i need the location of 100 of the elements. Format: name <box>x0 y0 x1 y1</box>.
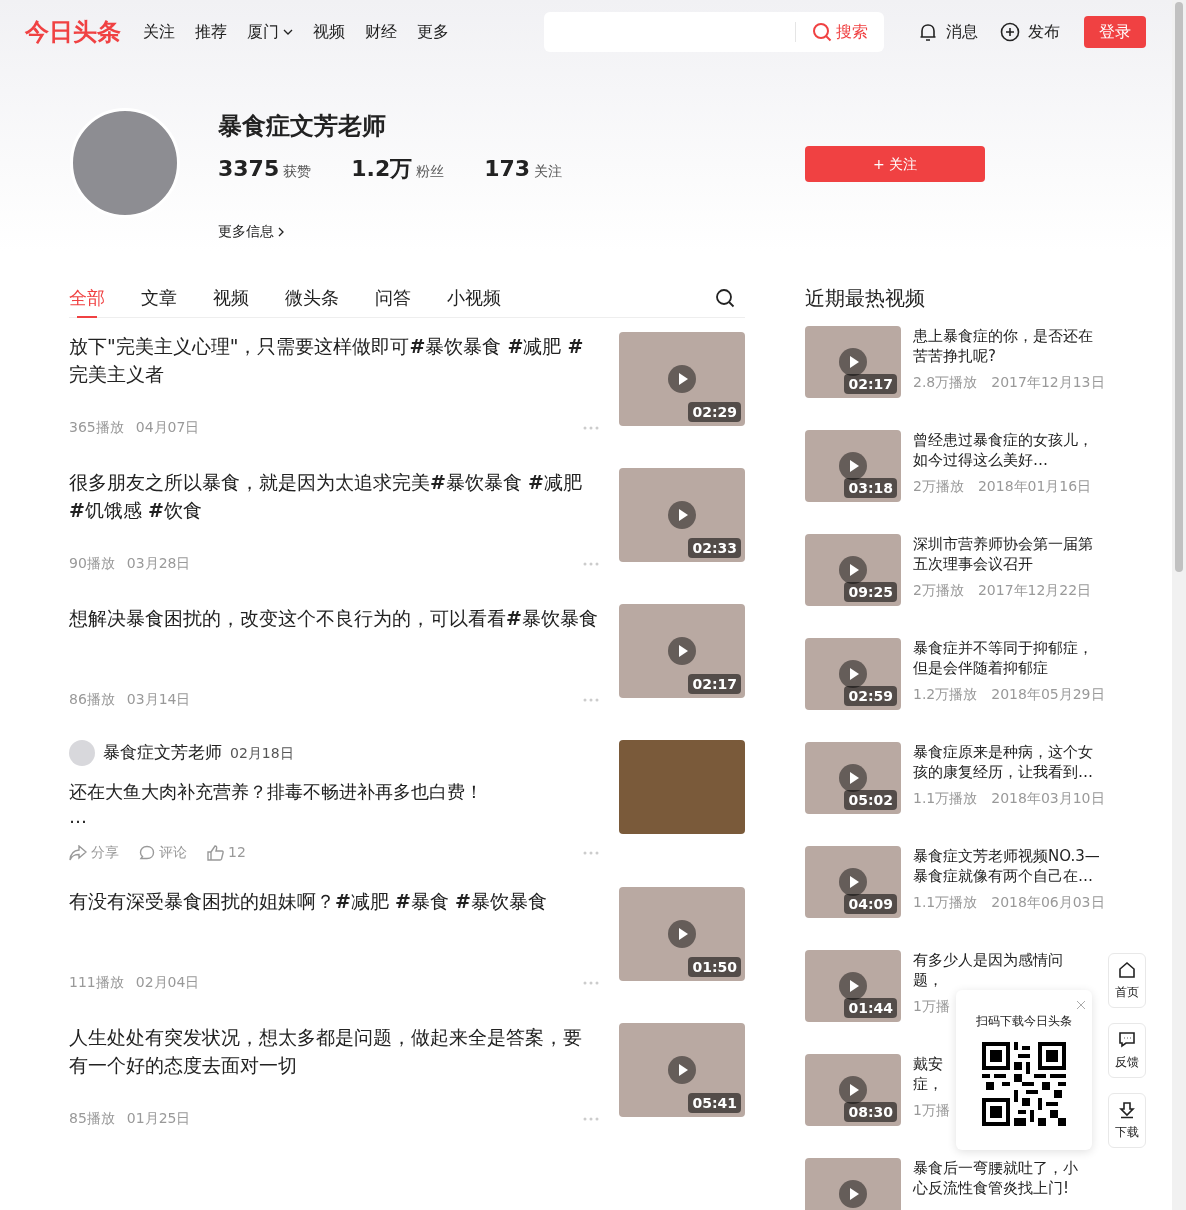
publish-date: 2018年03月10日 <box>991 789 1105 808</box>
video-thumbnail[interactable]: 02:59 <box>805 638 901 710</box>
publish-date: 01月25日 <box>126 1109 191 1128</box>
side-tool-button[interactable]: 下载 <box>1108 1093 1146 1148</box>
nav-link[interactable]: 推荐 <box>195 20 227 44</box>
view-count: 2万播放 <box>913 581 964 600</box>
login-button[interactable]: 登录 <box>1084 16 1146 48</box>
search-button[interactable]: 搜索 <box>796 20 884 44</box>
section-title: 近期最热视频 <box>805 285 926 312</box>
video-title[interactable]: 题， <box>913 970 943 990</box>
side-tool-button[interactable]: 首页 <box>1108 953 1146 1008</box>
side-tool-button[interactable]: 反馈 <box>1108 1023 1146 1078</box>
video-thumbnail[interactable]: 05:41 <box>619 1023 745 1117</box>
chat-bubble-icon <box>1118 1030 1136 1049</box>
play-icon <box>839 348 867 376</box>
video-title[interactable]: 很多朋友之所以暴食，就是因为太追求完美#暴饮暴食 #减肥 #饥饿感 #饮食 <box>69 468 599 524</box>
video-thumbnail[interactable] <box>619 740 745 834</box>
content-tab[interactable]: 全部 <box>69 277 105 318</box>
video-thumbnail[interactable]: 02:29 <box>619 332 745 426</box>
more-options-icon[interactable] <box>583 1116 599 1121</box>
view-count: 111播放 <box>69 973 124 992</box>
more-options-icon[interactable] <box>583 850 599 855</box>
play-icon <box>839 1076 867 1104</box>
play-icon <box>839 868 867 896</box>
play-icon <box>839 452 867 480</box>
nav-link[interactable]: 财经 <box>365 20 397 44</box>
video-title[interactable]: 暴食症文芳老师视频NO.3—暴食症就像有两个自己在… <box>913 846 1105 886</box>
qr-title: 扫码下载今日头条 <box>976 1013 1072 1030</box>
plus-circle-icon <box>1000 22 1020 42</box>
video-thumbnail[interactable]: 01:44 <box>805 950 901 1022</box>
messages-button[interactable]: 消息 <box>918 20 978 44</box>
nav-link[interactable]: 更多 <box>417 20 449 44</box>
stat-value: 173 <box>484 155 531 183</box>
video-title[interactable]: 有多少人是因为感情问 <box>913 950 1063 970</box>
video-thumbnail[interactable]: 02:17 <box>805 326 901 398</box>
play-icon <box>668 365 696 393</box>
video-title[interactable]: 想解决暴食困扰的，改变这个不良行为的，可以看看#暴饮暴食 <box>69 604 599 632</box>
more-options-icon[interactable] <box>583 980 599 985</box>
content-tab[interactable]: 文章 <box>141 277 177 318</box>
video-title[interactable]: 放下"完美主义心理"，只需要这样做即可#暴饮暴食 #减肥 #完美主义者 <box>69 332 599 388</box>
qr-code-icon <box>982 1042 1066 1126</box>
video-duration: 05:02 <box>844 790 897 810</box>
more-options-icon[interactable] <box>583 697 599 702</box>
stat-label: 获赞 <box>283 162 312 181</box>
video-title[interactable]: 心反流性食管炎找上门! <box>913 1178 1069 1198</box>
video-duration: 05:41 <box>688 1093 741 1113</box>
video-title[interactable]: 暴食后一弯腰就吐了，小 <box>913 1158 1078 1178</box>
video-thumbnail[interactable] <box>805 1158 901 1210</box>
follow-button[interactable]: + 关注 <box>805 146 985 182</box>
video-title[interactable]: 曾经患过暴食症的女孩儿，如今过得这么美好… <box>913 430 1105 470</box>
video-duration: 02:33 <box>688 538 741 558</box>
video-thumbnail[interactable]: 02:17 <box>619 604 745 698</box>
video-title[interactable]: 戴安 <box>913 1054 943 1074</box>
view-count: 1.1万播放 <box>913 893 978 912</box>
more-info-link[interactable]: 更多信息 <box>218 221 284 242</box>
video-title[interactable]: 暴食症原来是种病，这个女孩的康复经历，让我看到… <box>913 742 1105 782</box>
chevron-right-icon <box>278 226 284 237</box>
publish-button[interactable]: 发布 <box>1000 20 1060 44</box>
content-tab[interactable]: 视频 <box>213 277 249 318</box>
video-thumbnail[interactable]: 03:18 <box>805 430 901 502</box>
author-name[interactable]: 暴食症文芳老师 <box>103 740 222 766</box>
video-title[interactable]: 症， <box>913 1074 943 1094</box>
video-thumbnail[interactable]: 08:30 <box>805 1054 901 1126</box>
video-duration: 02:17 <box>688 674 741 694</box>
video-title[interactable]: 有没有深受暴食困扰的姐妹啊？#减肥 #暴食 #暴饮暴食 <box>69 887 599 915</box>
video-duration: 09:25 <box>844 582 897 602</box>
profile-name: 暴食症文芳老师 <box>218 111 387 142</box>
video-title[interactable]: 人生处处有突发状况，想太多都是问题，做起来全是答案，要有一个好的态度去面对一切 <box>69 1023 599 1079</box>
more-options-icon[interactable] <box>583 425 599 430</box>
video-thumbnail[interactable]: 09:25 <box>805 534 901 606</box>
content-tab[interactable]: 小视频 <box>447 277 501 318</box>
play-icon <box>839 660 867 688</box>
publish-date: 04月07日 <box>135 418 200 437</box>
close-icon[interactable] <box>1076 1000 1086 1010</box>
content-tab[interactable]: 微头条 <box>285 277 339 318</box>
nav-link[interactable]: 关注 <box>143 20 175 44</box>
play-icon <box>839 764 867 792</box>
search-field[interactable]: 搜索 <box>544 12 884 52</box>
nav-link[interactable]: 视频 <box>313 20 345 44</box>
post-text[interactable]: 还在大鱼大肉补充营养？排毒不畅进补再多也白费！ <box>69 778 599 806</box>
author-avatar[interactable] <box>69 740 95 766</box>
video-title[interactable]: 深圳市营养师协会第一届第五次理事会议召开 <box>913 534 1105 574</box>
download-icon <box>1118 1100 1136 1119</box>
play-icon <box>668 637 696 665</box>
view-count: 1万播 <box>913 997 950 1016</box>
video-thumbnail[interactable]: 02:33 <box>619 468 745 562</box>
video-duration: 08:30 <box>844 1102 897 1122</box>
publish-date: 02月04日 <box>135 973 200 992</box>
nav-link[interactable]: 厦门 <box>247 20 293 44</box>
search-icon[interactable] <box>715 287 735 308</box>
play-icon <box>839 972 867 1000</box>
video-title[interactable]: 暴食症并不等同于抑郁症，但是会伴随着抑郁症 <box>913 638 1105 678</box>
video-thumbnail[interactable]: 01:50 <box>619 887 745 981</box>
video-title[interactable]: 患上暴食症的你，是否还在苦苦挣扎呢? <box>913 326 1105 366</box>
video-thumbnail[interactable]: 05:02 <box>805 742 901 814</box>
content-tab[interactable]: 问答 <box>375 277 411 318</box>
video-thumbnail[interactable]: 04:09 <box>805 846 901 918</box>
scrollbar[interactable] <box>1172 0 1186 1210</box>
play-icon <box>839 556 867 584</box>
more-options-icon[interactable] <box>583 561 599 566</box>
